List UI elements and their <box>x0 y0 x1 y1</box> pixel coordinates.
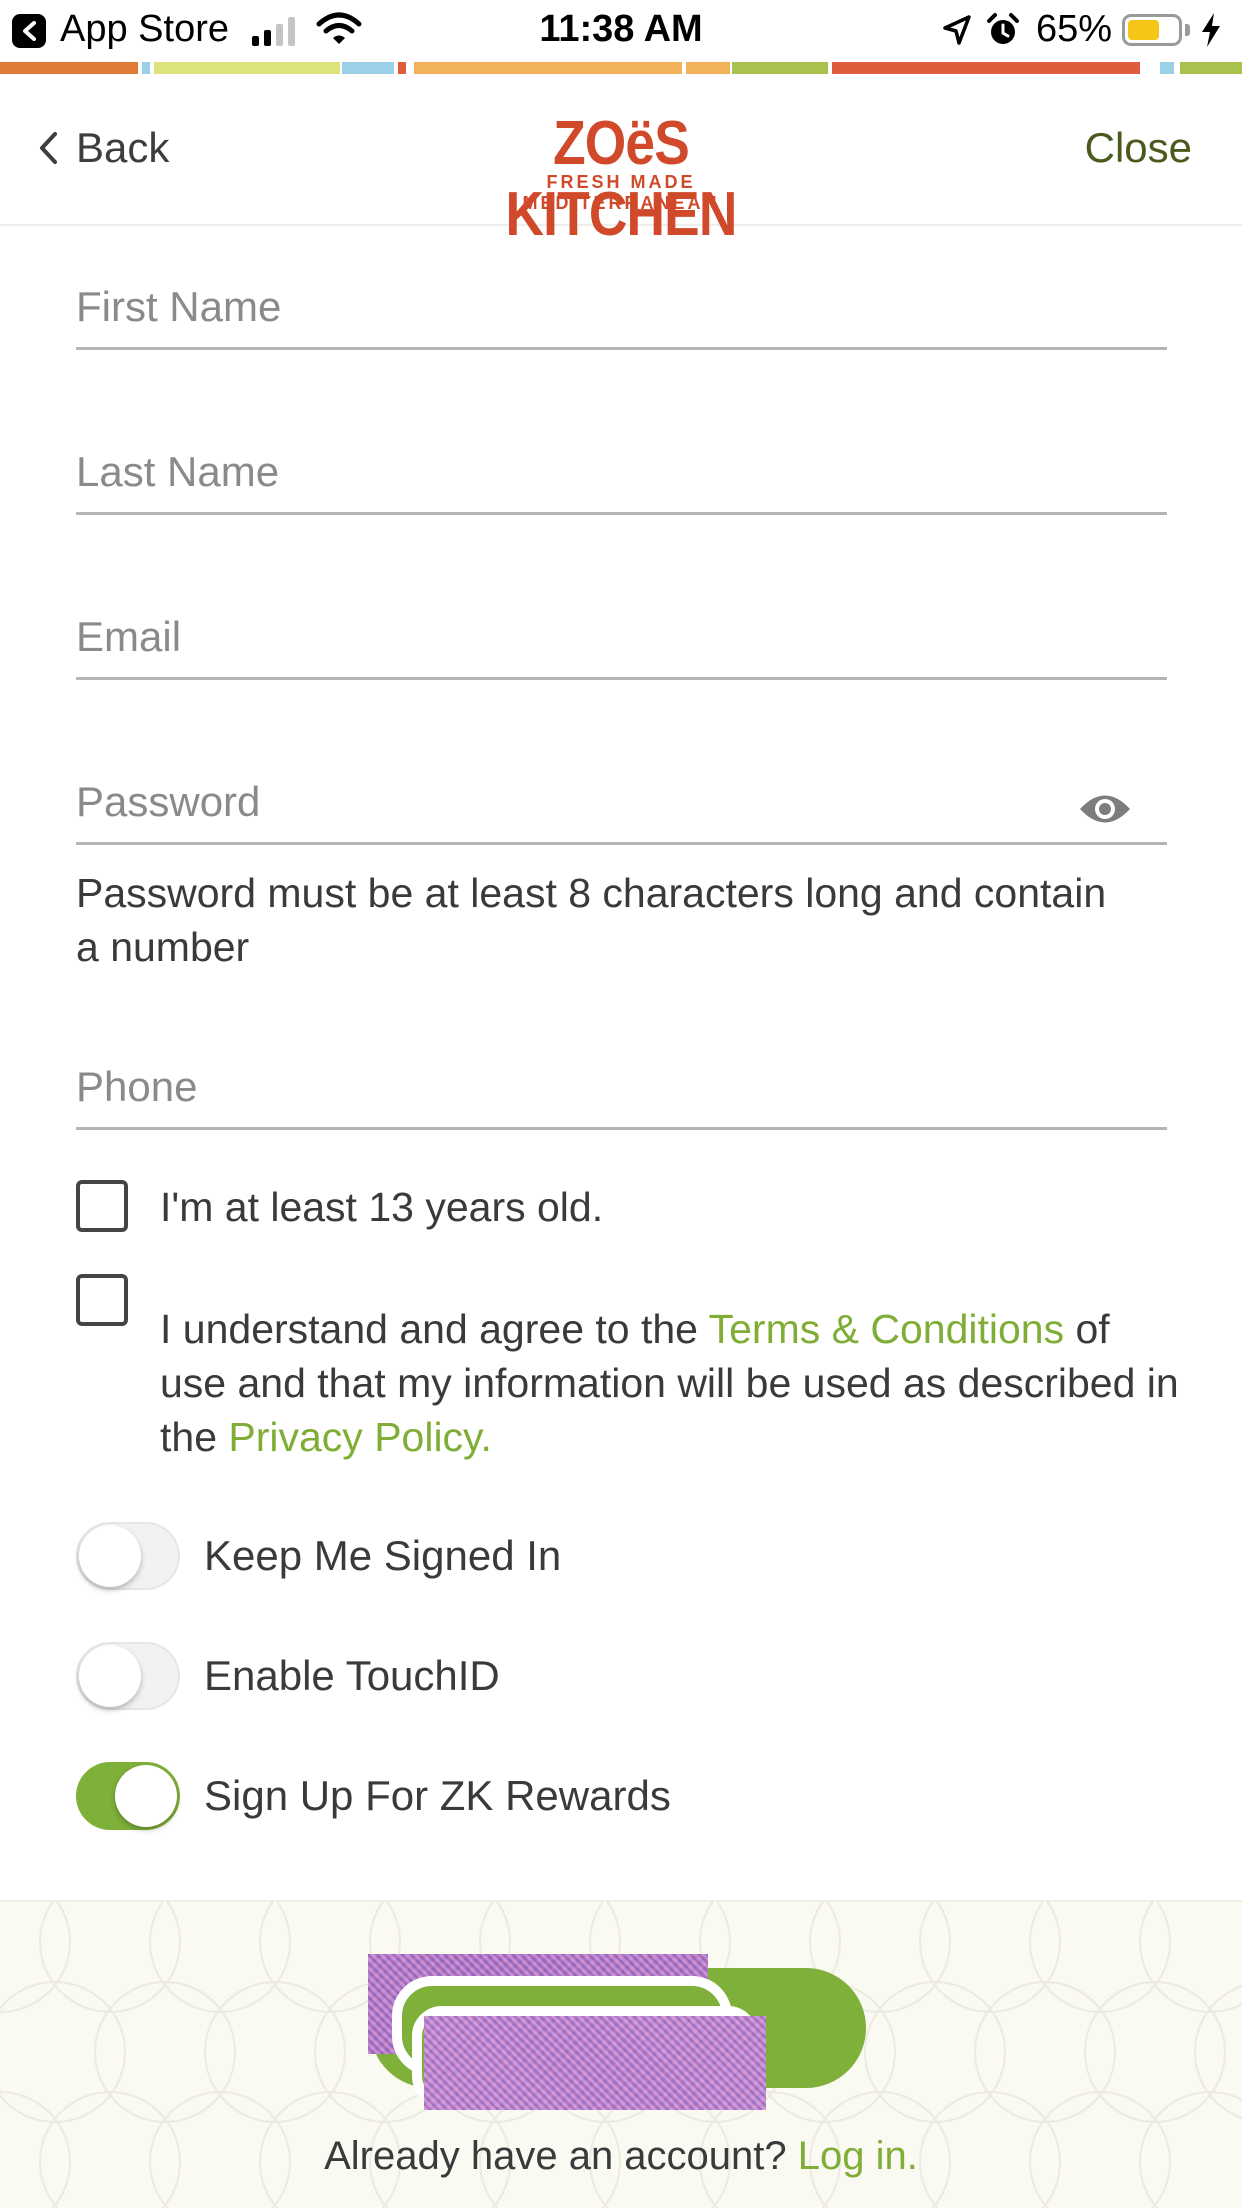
email-input[interactable] <box>76 609 1076 665</box>
age-checkbox[interactable] <box>76 1180 128 1232</box>
footer-panel: Already have an account? Log in. <box>0 1900 1242 2208</box>
battery-icon <box>1122 14 1182 46</box>
status-bar: App Store 11:38 AM 65% <box>0 0 1242 62</box>
back-button-label: Back <box>76 124 170 171</box>
keep-signed-in-row: Keep Me Signed In <box>76 1522 976 1590</box>
keep-signed-in-toggle[interactable] <box>76 1522 180 1590</box>
touch-id-row: Enable TouchID <box>76 1642 976 1710</box>
redaction-block <box>424 2016 766 2110</box>
terms-conditions-link[interactable]: Terms & Conditions <box>709 1306 1064 1352</box>
age-checkbox-label: I'm at least 13 years old. <box>160 1184 604 1230</box>
eye-icon[interactable] <box>1077 790 1133 828</box>
back-button[interactable]: Back <box>38 118 169 178</box>
chevron-left-icon <box>40 132 57 164</box>
first-name-input[interactable] <box>76 279 1076 335</box>
phone-field <box>76 1050 1167 1130</box>
toggle-knob <box>79 1525 141 1587</box>
touch-id-toggle[interactable] <box>76 1642 180 1710</box>
keep-signed-in-label: Keep Me Signed In <box>204 1532 562 1579</box>
password-field <box>76 765 1167 845</box>
close-button[interactable]: Close <box>1085 118 1192 178</box>
last-name-input[interactable] <box>76 444 1076 500</box>
password-hint: Password must be at least 8 characters l… <box>76 870 1107 970</box>
phone-input[interactable] <box>76 1059 1076 1115</box>
login-prompt-text: Already have an account? <box>324 2134 798 2178</box>
zk-rewards-row: Sign Up For ZK Rewards <box>76 1762 976 1830</box>
login-prompt: Already have an account? Log in. <box>0 2134 1242 2179</box>
zoes-kitchen-logo: ZOëS KITCHEN FRESH MADE MEDITERRANEAN <box>450 108 792 249</box>
location-arrow-icon <box>943 15 971 45</box>
brand-color-stripe <box>0 62 1242 74</box>
navigation-bar: Back ZOëS KITCHEN FRESH MADE MEDITERRANE… <box>0 74 1242 249</box>
toggle-knob <box>115 1765 177 1827</box>
age-checkbox-row: I'm at least 13 years old. <box>76 1180 1176 1240</box>
terms-checkbox-row: I understand and agree to the Terms & Co… <box>76 1274 1179 1464</box>
terms-checkbox-label: I understand and agree to the Terms & Co… <box>160 1302 1180 1464</box>
charging-bolt-icon <box>1202 13 1220 47</box>
privacy-policy-link[interactable]: Privacy Policy. <box>228 1414 492 1460</box>
touch-id-label: Enable TouchID <box>204 1652 500 1699</box>
logo-tagline: FRESH MADE MEDITERRANEAN <box>522 172 720 213</box>
battery-percent: 65% <box>1036 8 1113 50</box>
battery-cap <box>1185 24 1190 36</box>
password-input[interactable] <box>76 774 1076 830</box>
login-link[interactable]: Log in. <box>798 2134 918 2178</box>
email-field <box>76 600 1167 680</box>
first-name-field <box>76 270 1167 350</box>
terms-checkbox[interactable] <box>76 1274 128 1326</box>
battery-level-fill <box>1128 20 1159 40</box>
toggle-knob <box>79 1645 141 1707</box>
zk-rewards-label: Sign Up For ZK Rewards <box>204 1772 671 1819</box>
zk-rewards-toggle[interactable] <box>76 1762 180 1830</box>
alarm-clock-icon <box>987 13 1019 44</box>
terms-text-before: I understand and agree to the <box>160 1306 709 1352</box>
last-name-field <box>76 435 1167 515</box>
